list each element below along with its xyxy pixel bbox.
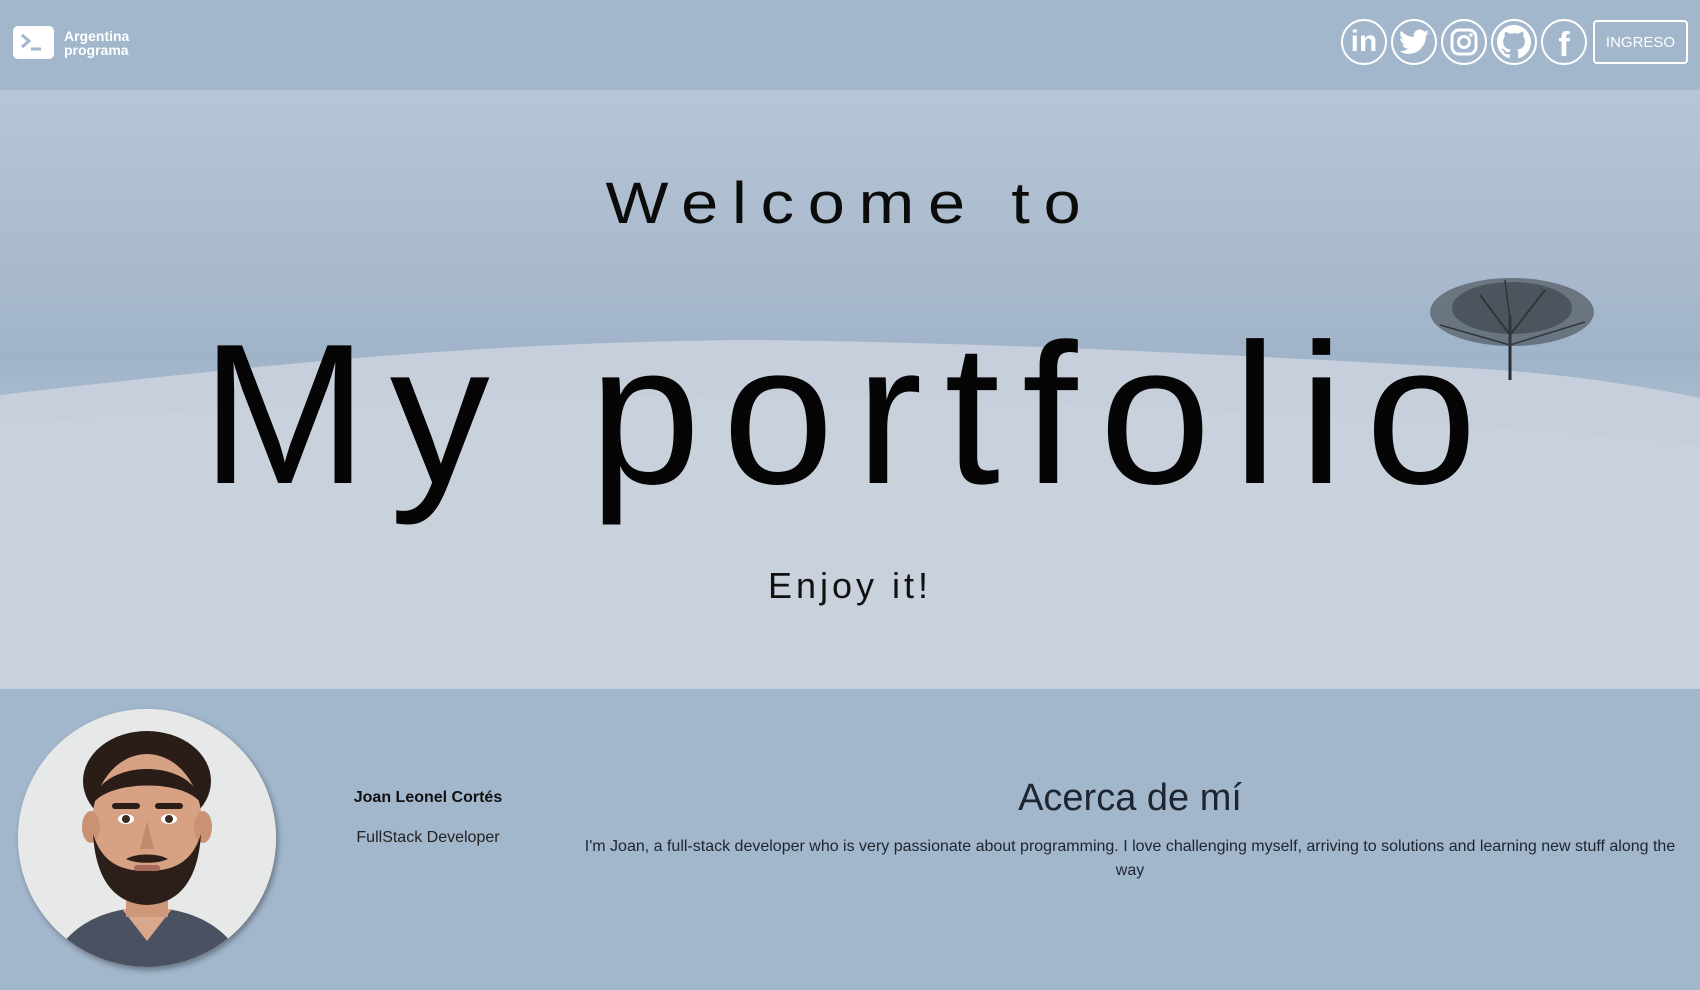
hero-banner: Welcome to My portfolio Enjoy it! [0,90,1700,689]
linkedin-icon[interactable]: in [1341,19,1387,65]
navbar: Argentina programa in f INGRESO [0,0,1700,90]
brand-line2: programa [64,41,129,58]
github-icon[interactable] [1491,19,1537,65]
twitter-icon[interactable] [1391,19,1437,65]
about-heading: Acerca de mí [1018,777,1242,819]
brand-logo[interactable]: Argentina programa [13,26,129,59]
profile-photo [18,709,276,967]
brand-text: Argentina programa [64,29,129,57]
about-description: I'm Joan, a full-stack developer who is … [584,838,1676,879]
linkedin-label: in [1350,25,1378,58]
terminal-icon [13,26,54,59]
profile-name: Joan Leonel Cortés [353,789,503,806]
login-button[interactable]: INGRESO [1593,20,1688,64]
instagram-icon[interactable] [1441,19,1487,65]
hero-subtitle: Enjoy it! [767,565,933,606]
profile-avatar [18,709,276,967]
social-links: in f INGRESO [1341,19,1688,65]
about-section: Joan Leonel Cortés FullStack Developer A… [0,689,1700,990]
profile-role: FullStack Developer [356,829,500,846]
hero-welcome-text: Welcome to [605,171,1095,236]
hero-title: My portfolio [201,303,1499,526]
brand-line1: Argentina [64,27,130,44]
facebook-icon[interactable]: f [1541,19,1587,65]
facebook-label: f [1558,26,1570,64]
